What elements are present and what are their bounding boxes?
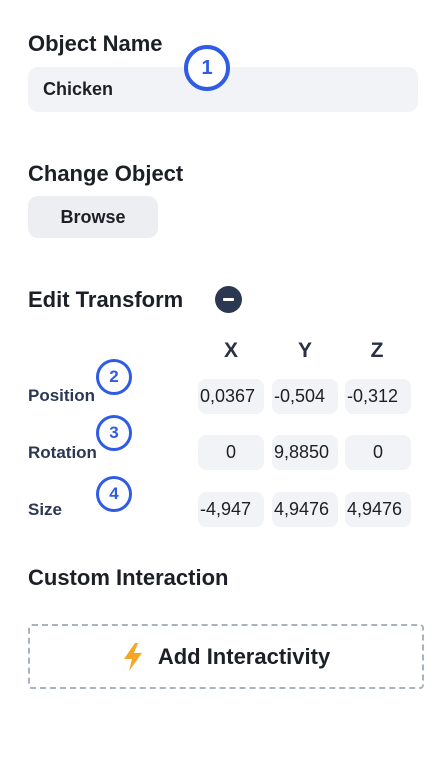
- object-name-heading: Object Name: [28, 31, 163, 56]
- collapse-section-button[interactable]: [215, 286, 242, 313]
- position-y-input[interactable]: -0,504: [272, 379, 338, 414]
- rotation-x-input[interactable]: 0: [198, 435, 264, 470]
- object-name-value: Chicken: [43, 79, 114, 99]
- custom-interaction-heading: Custom Interaction: [28, 565, 229, 590]
- callout-badge-1: 1: [184, 45, 230, 91]
- size-z-input[interactable]: 4,9476: [345, 492, 411, 527]
- lightning-icon: [123, 642, 142, 671]
- callout-badge-3: 3: [96, 415, 132, 451]
- position-label: Position: [28, 386, 96, 405]
- change-object-heading: Change Object: [28, 161, 184, 186]
- axis-label-x: X: [223, 339, 238, 362]
- browse-button[interactable]: Browse: [28, 196, 158, 238]
- callout-badge-2: 2: [96, 359, 132, 395]
- add-interactivity-button[interactable]: Add Interactivity: [28, 624, 424, 689]
- rotation-label: Rotation: [28, 443, 97, 462]
- size-label: Size: [28, 500, 63, 519]
- axis-label-y: Y: [297, 339, 312, 362]
- rotation-z-input[interactable]: 0: [345, 435, 411, 470]
- axis-label-z: Z: [370, 339, 384, 362]
- position-x-input[interactable]: 0,0367: [198, 379, 264, 414]
- position-z-input[interactable]: -0,312: [345, 379, 411, 414]
- size-y-input[interactable]: 4,9476: [272, 492, 338, 527]
- rotation-y-input[interactable]: 9,8850: [272, 435, 338, 470]
- edit-transform-heading: Edit Transform: [28, 287, 184, 312]
- size-x-input[interactable]: -4,947: [198, 492, 264, 527]
- minus-icon: [223, 298, 234, 301]
- add-interactivity-label: Add Interactivity: [157, 643, 331, 669]
- callout-badge-4: 4: [96, 476, 132, 512]
